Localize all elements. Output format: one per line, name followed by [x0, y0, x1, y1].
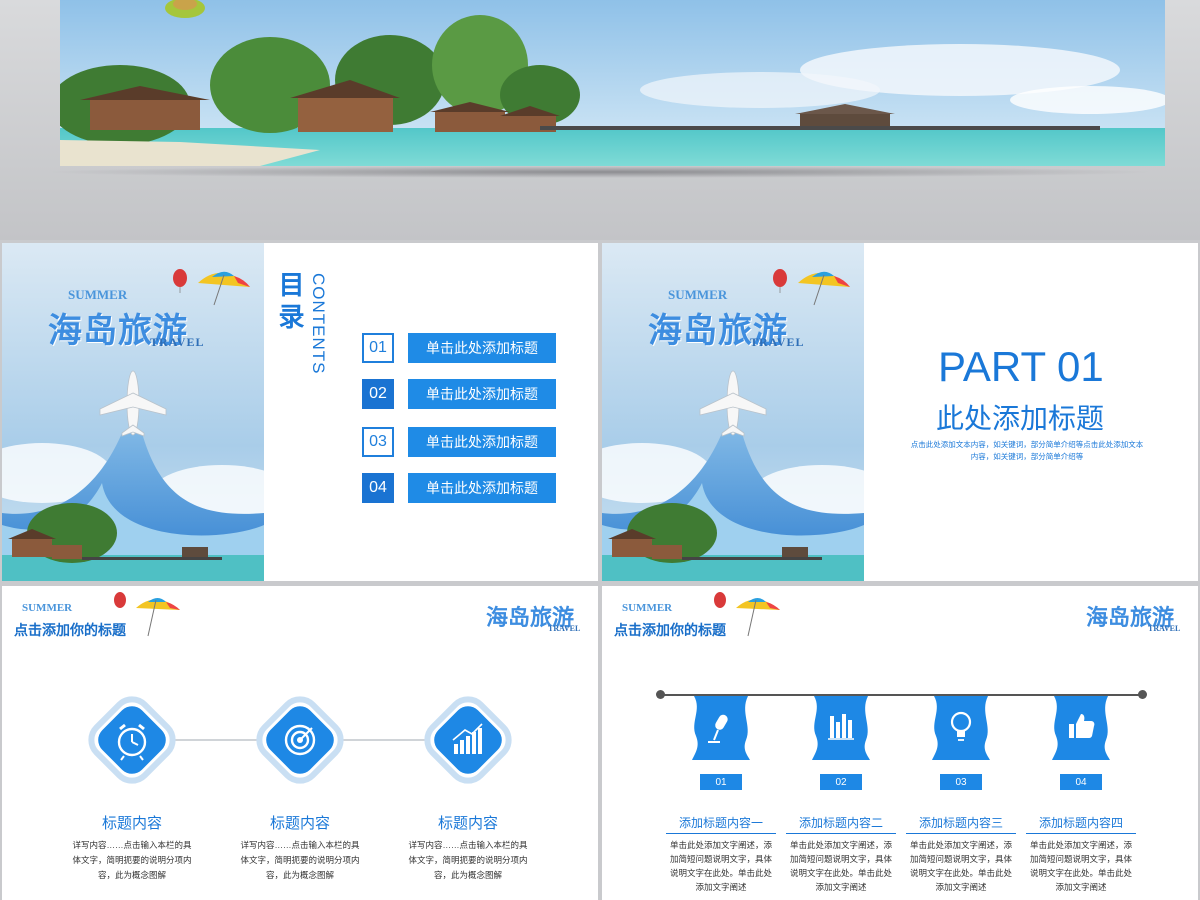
timeline-item-description: 单击此处添加文字阐述，添 加简短问题说明文字，具体 说明文字在此处。单击此处 添… — [662, 838, 780, 894]
feature-title: 标题内容 — [269, 815, 330, 832]
cover-artwork — [2, 243, 264, 581]
desc-line: 单击此处添加文字阐述，添 — [909, 840, 1012, 850]
timeline-number: 04 — [1060, 774, 1102, 790]
timeline-item-title: 添加标题内容四 — [1026, 814, 1136, 834]
contents-title-en: CONTENTS — [309, 273, 328, 375]
timeline-slide[interactable]: SUMMER 点击添加你的标题 海岛旅游 TRAVEL 01 添加标题内容一 单… — [602, 586, 1198, 900]
toc-item-2[interactable]: 02 单击此处添加标题 — [362, 379, 556, 409]
feature-title: 标题内容 — [437, 815, 498, 832]
desc-line: 加简短问题说明文字，具体 — [909, 854, 1012, 864]
alarm-clock-icon[interactable] — [84, 692, 180, 788]
desc-line: 容，此为概念图解 — [97, 870, 166, 880]
hero-island-photo — [60, 0, 1165, 166]
timeline-item-description: 单击此处添加文字阐述，添 加简短问题说明文字，具体 说明文字在此处。单击此处 添… — [782, 838, 900, 894]
desc-line: 添加文字阐述 — [695, 882, 747, 892]
toc-label: 单击此处添加标题 — [408, 427, 556, 457]
header-title: 点击添加你的标题 — [14, 622, 126, 638]
part-description: 点击此处添加文本内容，如关键词，部分简单介绍等点击此处添加文本 内容，如关键词，… — [902, 439, 1152, 463]
header-title: 点击添加你的标题 — [614, 622, 726, 638]
target-icon[interactable] — [252, 692, 348, 788]
desc-line: 说明文字在此处。单击此处 — [789, 868, 892, 878]
header-logo-travel: TRAVEL — [1148, 624, 1181, 633]
bar-chart-icon[interactable] — [810, 696, 872, 760]
toc-number: 04 — [362, 473, 394, 503]
part-subtitle: 此处添加标题 — [936, 403, 1105, 434]
desc-line: 添加文字阐述 — [815, 882, 867, 892]
contents-title-cn: 目录 — [275, 271, 305, 335]
cover-artwork — [602, 243, 864, 581]
toc-label: 单击此处添加标题 — [408, 333, 556, 363]
contents-slide[interactable]: SUMMER 海岛旅游 TRAVEL 目录 CONTENTS 01 单击此处添加… — [2, 243, 598, 581]
desc-line: 加简短问题说明文字，具体 — [1029, 854, 1132, 864]
header-logo-travel: TRAVEL — [548, 624, 581, 633]
desc-line: 说明文字在此处。单击此处 — [909, 868, 1012, 878]
thumbs-up-icon[interactable] — [1050, 696, 1112, 760]
timeline-item-title: 添加标题内容三 — [906, 814, 1016, 834]
header-summer-text: SUMMER — [622, 602, 673, 614]
bar-chart-icon[interactable] — [420, 692, 516, 788]
desc-line: 加简短问题说明文字，具体 — [669, 854, 772, 864]
lightbulb-icon[interactable] — [930, 696, 992, 760]
hero-shadow — [40, 166, 1160, 178]
desc-line: 详写内容……点击输入本栏的具 — [408, 840, 528, 850]
desc-line: 体文字，简明扼要的说明分项内 — [408, 855, 528, 865]
desc-line: 体文字，简明扼要的说明分项内 — [72, 855, 192, 865]
logo-travel-text: TRAVEL — [150, 335, 205, 349]
desc-line: 说明文字在此处。单击此处 — [669, 868, 772, 878]
timeline-start-dot — [656, 690, 665, 699]
desc-line: 单击此处添加文字阐述，添 — [1029, 840, 1132, 850]
desc-line: 添加文字阐述 — [1055, 882, 1107, 892]
feature-title: 标题内容 — [101, 815, 162, 832]
features-slide[interactable]: SUMMER 点击添加你的标题 海岛旅游 TRAVEL 标题内容 详写内容……点… — [2, 586, 598, 900]
desc-line: 容，此为概念图解 — [265, 870, 334, 880]
desc-line: 添加文字阐述 — [935, 882, 987, 892]
desc-line: 详写内容……点击输入本栏的具 — [240, 840, 360, 850]
toc-number: 03 — [362, 427, 394, 457]
feature-description: 详写内容……点击输入本栏的具 体文字，简明扼要的说明分项内 容，此为概念图解 — [408, 838, 528, 883]
toc-label: 单击此处添加标题 — [408, 379, 556, 409]
timeline-item-description: 单击此处添加文字阐述，添 加简短问题说明文字，具体 说明文字在此处。单击此处 添… — [902, 838, 1020, 894]
toc-number: 02 — [362, 379, 394, 409]
microphone-icon[interactable] — [690, 696, 752, 760]
timeline-number: 01 — [700, 774, 742, 790]
logo-travel-text: TRAVEL — [750, 335, 805, 349]
logo-summer-text: SUMMER — [68, 287, 128, 302]
toc-label: 单击此处添加标题 — [408, 473, 556, 503]
toc-item-1[interactable]: 01 单击此处添加标题 — [362, 333, 556, 363]
logo-summer-text: SUMMER — [668, 287, 728, 302]
toc-item-3[interactable]: 03 单击此处添加标题 — [362, 427, 556, 457]
desc-line: 说明文字在此处。单击此处 — [1029, 868, 1132, 878]
timeline-item-title: 添加标题内容一 — [666, 814, 776, 834]
timeline-item-title: 添加标题内容二 — [786, 814, 896, 834]
toc-item-4[interactable]: 04 单击此处添加标题 — [362, 473, 556, 503]
part-slide[interactable]: SUMMER 海岛旅游 TRAVEL PART 01 此处添加标题 点击此处添加… — [602, 243, 1198, 581]
timeline-item-description: 单击此处添加文字阐述，添 加简短问题说明文字，具体 说明文字在此处。单击此处 添… — [1022, 838, 1140, 894]
timeline-end-dot — [1138, 690, 1147, 699]
feature-description: 详写内容……点击输入本栏的具 体文字，简明扼要的说明分项内 容，此为概念图解 — [72, 838, 192, 883]
toc-number: 01 — [362, 333, 394, 363]
part-desc-line: 内容，如关键词，部分简单介绍等 — [970, 452, 1084, 461]
timeline-number: 03 — [940, 774, 982, 790]
timeline-number: 02 — [820, 774, 862, 790]
desc-line: 单击此处添加文字阐述，添 — [669, 840, 772, 850]
header-summer-text: SUMMER — [22, 602, 73, 614]
part-desc-line: 点击此处添加文本内容，如关键词，部分简单介绍等点击此处添加文本 — [910, 440, 1144, 449]
desc-line: 详写内容……点击输入本栏的具 — [72, 840, 192, 850]
feature-description: 详写内容……点击输入本栏的具 体文字，简明扼要的说明分项内 容，此为概念图解 — [240, 838, 360, 883]
desc-line: 体文字，简明扼要的说明分项内 — [240, 855, 360, 865]
part-title: PART 01 — [938, 343, 1104, 390]
desc-line: 单击此处添加文字阐述，添 — [789, 840, 892, 850]
desc-line: 加简短问题说明文字，具体 — [789, 854, 892, 864]
desc-line: 容，此为概念图解 — [433, 870, 502, 880]
